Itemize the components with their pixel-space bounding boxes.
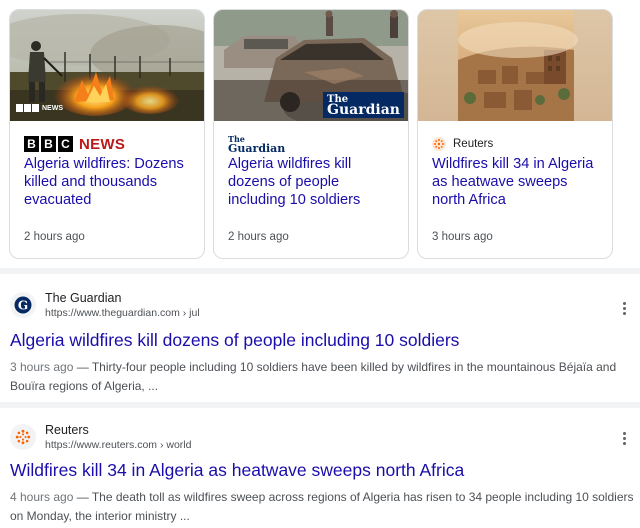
story-title[interactable]: Wildfires kill 34 in Algeria as heatwave… — [432, 155, 604, 209]
top-stories-carousel: NEWS B B C NEWS Algeria wildfires: Dozen… — [0, 0, 640, 270]
result-title-link[interactable]: Wildfires kill 34 in Algeria as heatwave… — [10, 459, 464, 481]
site-url: https://www.theguardian.com › jul — [45, 307, 200, 319]
story-card-bbc[interactable]: NEWS B B C NEWS Algeria wildfires: Dozen… — [9, 9, 205, 259]
story-thumbnail-burnt-car: The Guardian — [214, 10, 408, 121]
reuters-dots-icon — [10, 424, 36, 450]
result-date: 4 hours ago — [10, 490, 74, 504]
guardian-logo: The Guardian — [228, 134, 286, 155]
result-title-link[interactable]: Algeria wildfires kill dozens of people … — [10, 329, 459, 351]
more-vert-icon[interactable] — [616, 428, 632, 448]
bbc-thumb-badge: NEWS — [16, 104, 63, 112]
search-result-guardian: G The Guardian https://www.theguardian.c… — [0, 274, 640, 402]
story-title[interactable]: Algeria wildfires: Dozens killed and tho… — [24, 155, 196, 209]
bbc-news-logo: B B C NEWS — [24, 134, 125, 154]
svg-text:G: G — [18, 299, 28, 313]
story-card-reuters[interactable]: Reuters Wildfires kill 34 in Algeria as … — [417, 9, 613, 259]
site-name: Reuters — [45, 423, 89, 437]
source-name: Reuters — [453, 138, 494, 150]
story-title[interactable]: Algeria wildfires kill dozens of people … — [228, 155, 400, 209]
result-site-row[interactable]: Reuters https://www.reuters.com › world — [10, 422, 191, 452]
site-name: The Guardian — [45, 291, 122, 305]
story-thumbnail-smoky-town — [418, 10, 612, 121]
more-vert-icon[interactable] — [616, 298, 632, 318]
reuters-dots-icon — [432, 137, 446, 151]
guardian-thumb-badge: The Guardian — [323, 92, 404, 118]
story-card-guardian[interactable]: The Guardian The Guardian Algeria wildfi… — [213, 9, 409, 259]
guardian-g-icon: G — [10, 292, 36, 318]
site-url: https://www.reuters.com › world — [45, 439, 192, 451]
result-snippet: 4 hours ago — The death toll as wildfire… — [10, 490, 634, 523]
result-snippet: 3 hours ago — Thirty-four people includi… — [10, 360, 617, 393]
result-site-row[interactable]: G The Guardian https://www.theguardian.c… — [10, 290, 200, 320]
story-thumbnail-wildfire: NEWS — [10, 10, 204, 121]
story-time: 3 hours ago — [432, 231, 493, 243]
search-result-reuters: Reuters https://www.reuters.com › world … — [0, 408, 640, 528]
story-time: 2 hours ago — [24, 231, 85, 243]
result-date: 3 hours ago — [10, 360, 74, 374]
story-time: 2 hours ago — [228, 231, 289, 243]
reuters-source: Reuters — [432, 134, 493, 154]
